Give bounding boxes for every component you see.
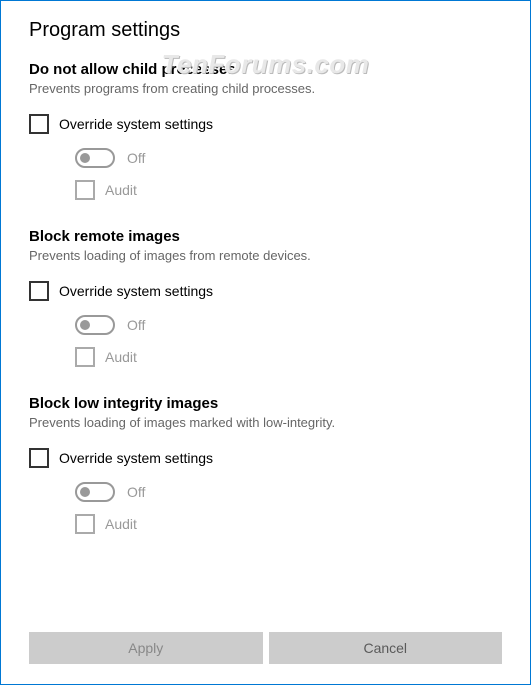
override-label: Override system settings <box>59 450 213 466</box>
setting-section: Block remote images Prevents loading of … <box>29 228 508 367</box>
override-checkbox-row[interactable]: Override system settings <box>29 448 508 468</box>
setting-section: Do not allow child processes Prevents pr… <box>29 61 508 200</box>
audit-checkbox[interactable] <box>75 514 95 534</box>
toggle-state-label: Off <box>127 484 145 500</box>
override-label: Override system settings <box>59 283 213 299</box>
audit-label: Audit <box>105 349 137 365</box>
enable-toggle[interactable] <box>75 148 115 168</box>
setting-section: Block low integrity images Prevents load… <box>29 395 508 534</box>
override-checkbox[interactable] <box>29 448 49 468</box>
toggle-row: Off <box>75 148 508 168</box>
setting-description: Prevents loading of images from remote d… <box>29 248 508 263</box>
audit-label: Audit <box>105 516 137 532</box>
toggle-knob-icon <box>80 487 90 497</box>
toggle-knob-icon <box>80 153 90 163</box>
override-checkbox[interactable] <box>29 114 49 134</box>
setting-title: Block low integrity images <box>29 395 508 412</box>
toggle-row: Off <box>75 315 508 335</box>
enable-toggle[interactable] <box>75 482 115 502</box>
toggle-knob-icon <box>80 320 90 330</box>
setting-title: Block remote images <box>29 228 508 245</box>
audit-checkbox-row[interactable]: Audit <box>75 180 508 200</box>
toggle-state-label: Off <box>127 150 145 166</box>
audit-checkbox[interactable] <box>75 180 95 200</box>
override-label: Override system settings <box>59 116 213 132</box>
toggle-row: Off <box>75 482 508 502</box>
enable-toggle[interactable] <box>75 315 115 335</box>
scrollable-settings-list[interactable]: Do not allow child processes Prevents pr… <box>29 61 516 612</box>
override-checkbox-row[interactable]: Override system settings <box>29 281 508 301</box>
audit-checkbox-row[interactable]: Audit <box>75 514 508 534</box>
toggle-state-label: Off <box>127 317 145 333</box>
setting-title: Do not allow child processes <box>29 61 508 78</box>
page-title: Program settings <box>1 1 530 52</box>
setting-description: Prevents loading of images marked with l… <box>29 415 508 430</box>
dialog-footer: Apply Cancel <box>29 632 502 664</box>
audit-label: Audit <box>105 182 137 198</box>
cancel-button[interactable]: Cancel <box>269 632 503 664</box>
audit-checkbox-row[interactable]: Audit <box>75 347 508 367</box>
setting-description: Prevents programs from creating child pr… <box>29 81 508 96</box>
override-checkbox-row[interactable]: Override system settings <box>29 114 508 134</box>
apply-button[interactable]: Apply <box>29 632 263 664</box>
override-checkbox[interactable] <box>29 281 49 301</box>
audit-checkbox[interactable] <box>75 347 95 367</box>
